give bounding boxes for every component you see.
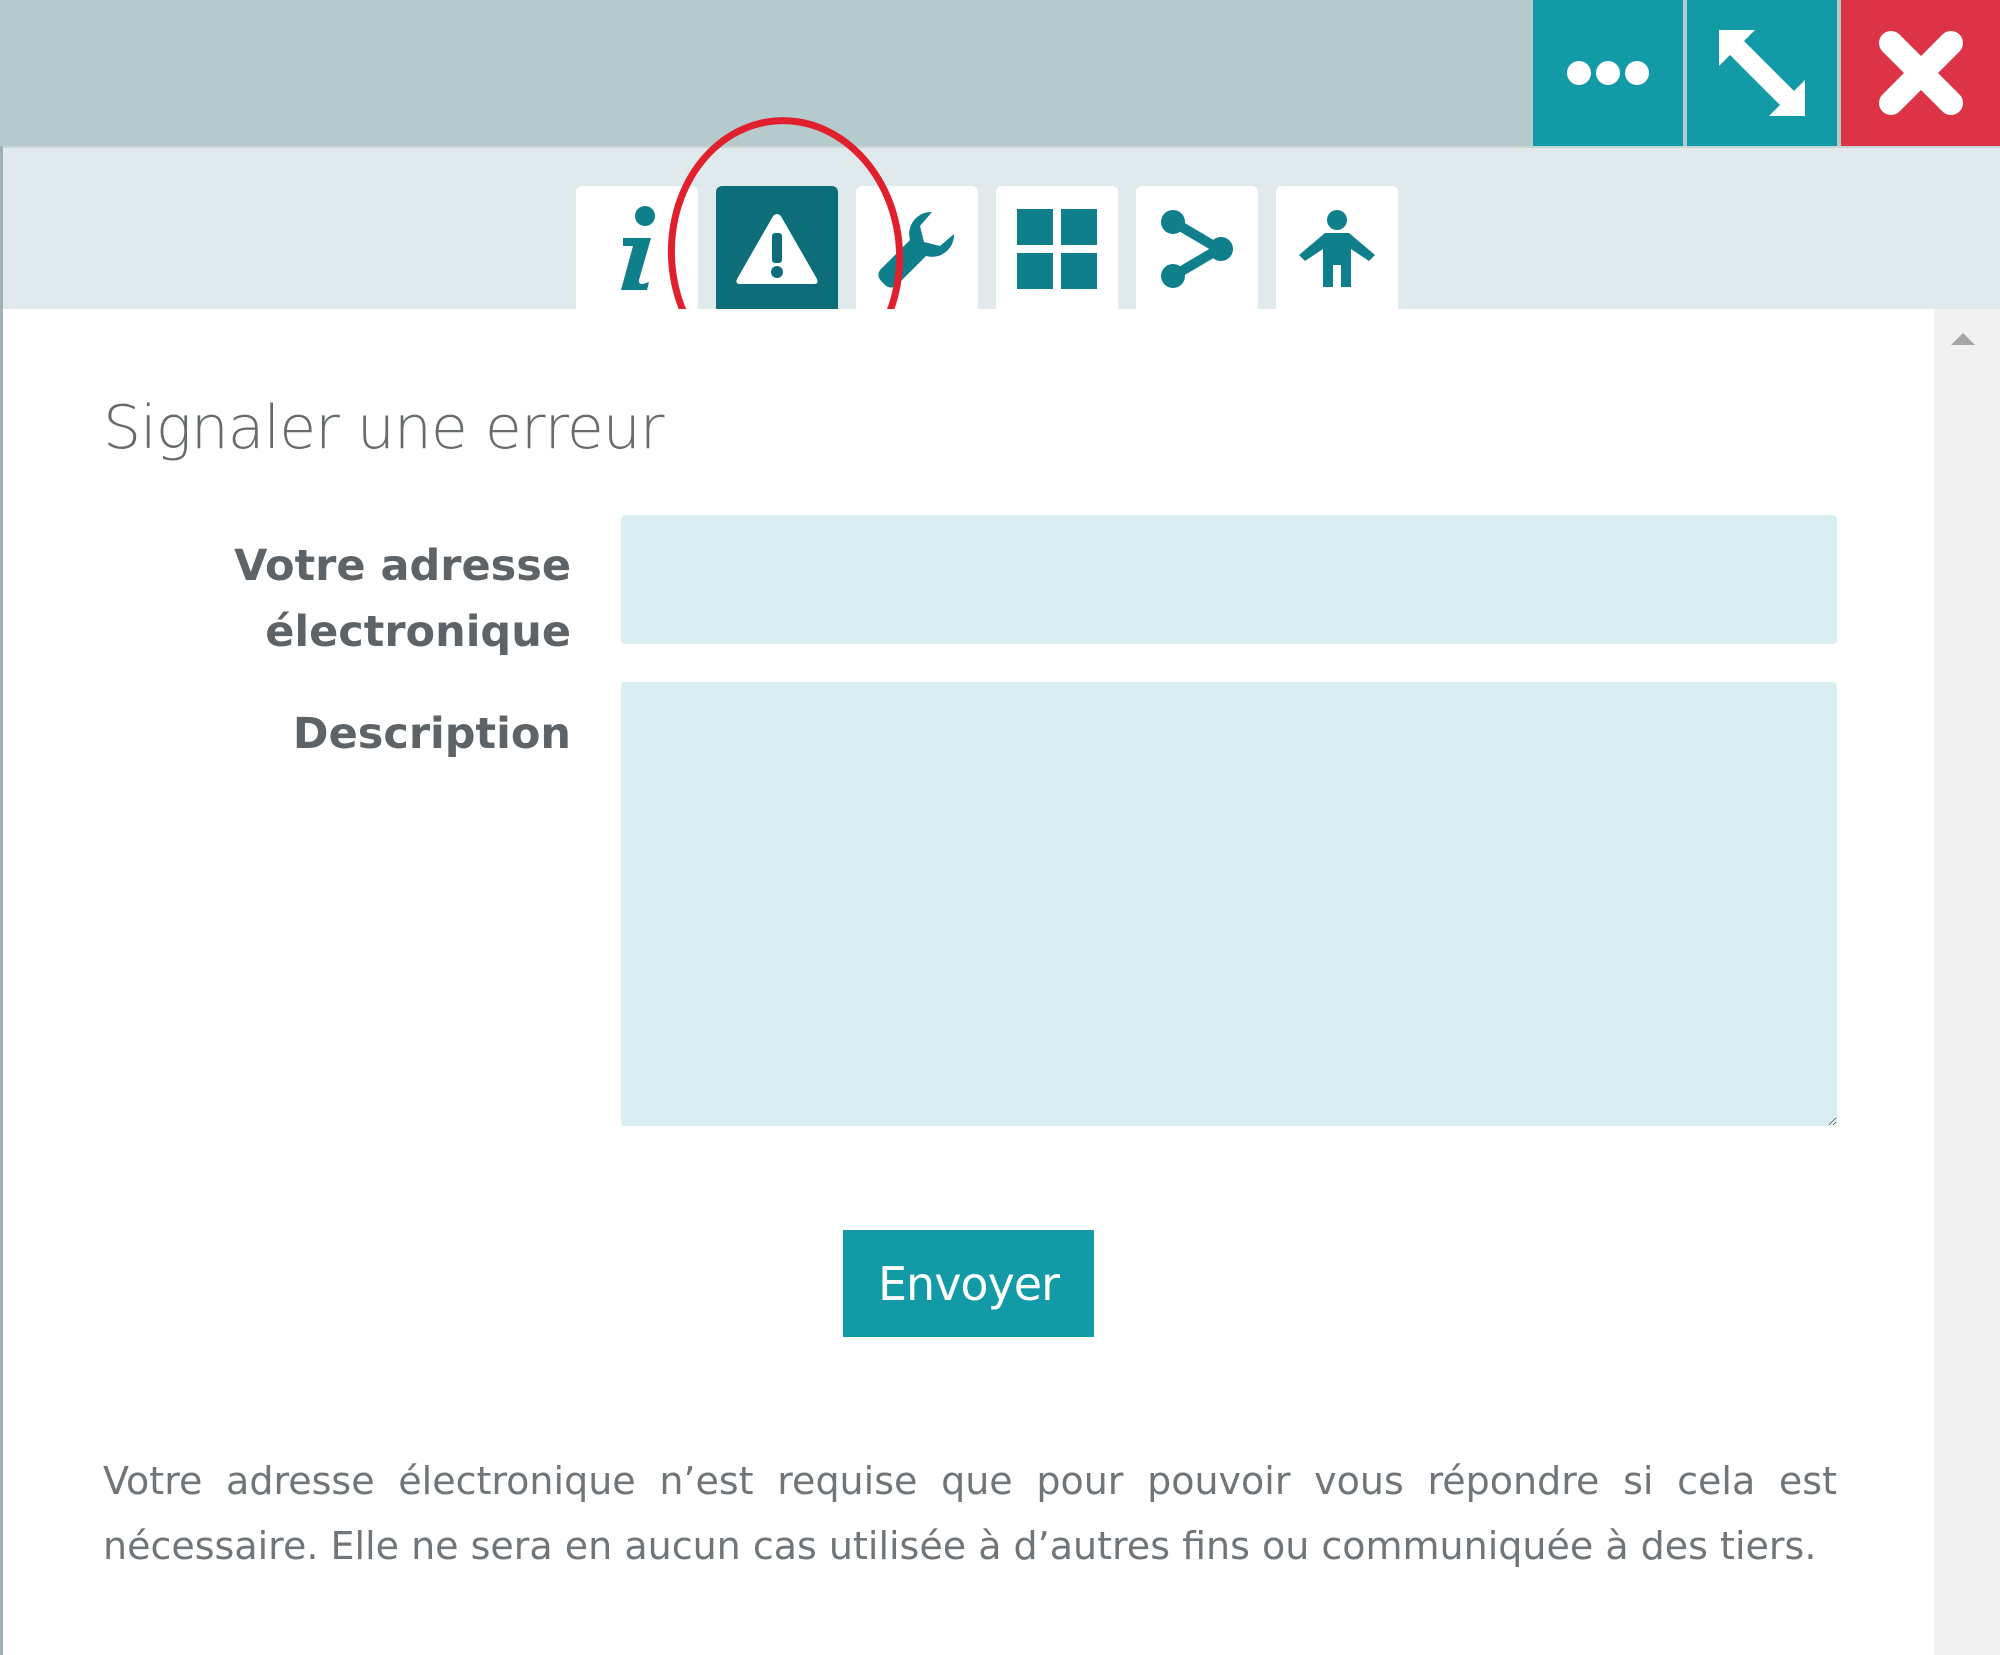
share-icon bbox=[1161, 209, 1233, 288]
submit-button[interactable]: Envoyer bbox=[843, 1230, 1094, 1337]
expand-button[interactable] bbox=[1687, 0, 1837, 146]
scroll-up-arrow-icon[interactable] bbox=[1951, 333, 1975, 345]
wrench-icon bbox=[878, 211, 955, 288]
email-label: Votre adresse électronique bbox=[234, 541, 571, 657]
email-input[interactable] bbox=[621, 515, 1837, 644]
vertical-scrollbar[interactable] bbox=[1934, 309, 2000, 1655]
ellipsis-icon bbox=[1567, 61, 1649, 85]
tab-report-error[interactable] bbox=[716, 186, 838, 311]
description-label: Description bbox=[292, 709, 571, 759]
grid-icon bbox=[1017, 208, 1097, 289]
tab-accessibility[interactable] bbox=[1276, 186, 1398, 311]
tab-strip bbox=[0, 146, 2000, 311]
accessibility-person-icon bbox=[1299, 209, 1375, 287]
warning-triangle-icon bbox=[736, 213, 818, 284]
form-title: Signaler une erreur bbox=[103, 393, 664, 463]
window-title-bar bbox=[0, 0, 2000, 146]
tab-info[interactable] bbox=[576, 186, 698, 311]
privacy-note: Votre adresse électronique n’est requise… bbox=[103, 1459, 1837, 1568]
form-content: Signaler une erreur Votre adresse électr… bbox=[3, 309, 1934, 1655]
description-textarea[interactable] bbox=[621, 682, 1837, 1126]
expand-diagonal-icon bbox=[1719, 30, 1805, 116]
tab-share[interactable] bbox=[1136, 186, 1258, 311]
tab-tools[interactable] bbox=[856, 186, 978, 311]
report-error-panel: Signaler une erreur Votre adresse électr… bbox=[0, 0, 2000, 1655]
close-x-icon bbox=[1878, 31, 1963, 115]
tab-grid[interactable] bbox=[996, 186, 1118, 311]
close-button[interactable] bbox=[1841, 0, 2000, 146]
more-options-button[interactable] bbox=[1533, 0, 1683, 146]
info-icon bbox=[621, 205, 655, 290]
